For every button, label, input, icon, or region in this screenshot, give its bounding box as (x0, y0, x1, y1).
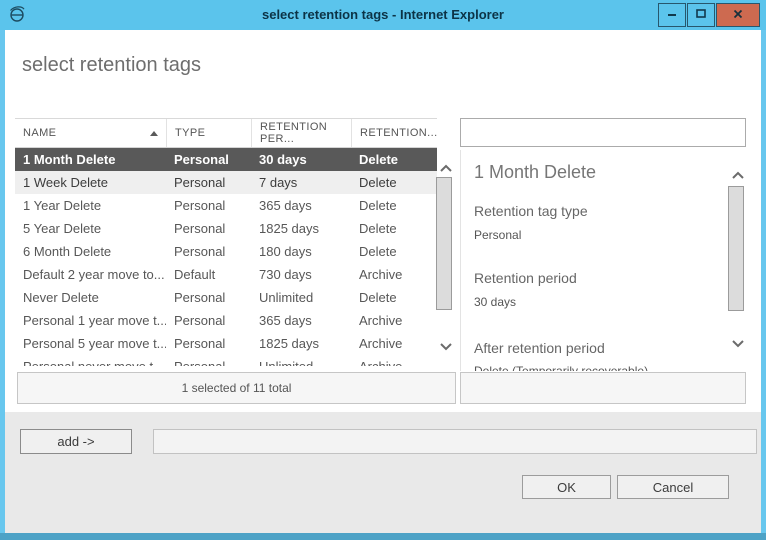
list-item[interactable]: Never Delete Personal Unlimited Delete (15, 286, 437, 309)
details-field-value: 30 days (474, 295, 516, 309)
dialog-body: select retention tags NAME TYPE RETENTIO… (5, 30, 761, 533)
list-item[interactable]: Personal never move t... Personal Unlimi… (15, 355, 437, 366)
cancel-button[interactable]: Cancel (617, 475, 729, 499)
sort-ascending-icon (150, 131, 158, 136)
add-button[interactable]: add -> (20, 429, 132, 454)
details-field-value: Delete (Temporarily recoverable) (474, 364, 648, 371)
list-scroll-up-button[interactable] (439, 161, 453, 170)
minimize-icon (664, 6, 680, 25)
details-field-label: Retention period (474, 270, 577, 286)
column-header-type[interactable]: TYPE (166, 119, 251, 147)
close-icon (730, 6, 746, 25)
chevron-down-icon (731, 336, 745, 351)
details-field-label: Retention tag type (474, 203, 588, 219)
dialog-window: select retention tags - Internet Explore… (0, 0, 766, 540)
list-item[interactable]: 1 Week Delete Personal 7 days Delete (15, 171, 437, 194)
chevron-down-icon (439, 339, 453, 354)
list-item[interactable]: 6 Month Delete Personal 180 days Delete (15, 240, 437, 263)
maximize-icon (693, 6, 709, 25)
details-field-label: After retention period (474, 340, 605, 356)
list-item[interactable]: Default 2 year move to... Default 730 da… (15, 263, 437, 286)
selection-status: 1 selected of 11 total (17, 372, 456, 404)
column-header-retention-period[interactable]: RETENTION PER... (251, 119, 351, 147)
details-scrollbar-thumb[interactable] (728, 186, 744, 311)
minimize-button[interactable] (658, 3, 686, 27)
details-title: 1 Month Delete (474, 162, 596, 183)
details-status-box (460, 372, 746, 404)
chevron-up-icon (731, 168, 745, 183)
list-scroll-down-button[interactable] (439, 339, 453, 348)
retention-tag-list: 1 Month Delete Personal 30 days Delete 1… (15, 148, 437, 366)
list-scrollbar-thumb[interactable] (436, 177, 452, 310)
details-field-value: Personal (474, 228, 521, 242)
ok-button[interactable]: OK (522, 475, 611, 499)
filter-input[interactable] (460, 118, 746, 147)
details-scroll-down-button[interactable] (731, 336, 745, 345)
details-scroll-up-button[interactable] (731, 168, 745, 177)
details-pane: 1 Month Delete Retention tag type Person… (460, 150, 732, 371)
window-title: select retention tags - Internet Explore… (0, 0, 766, 30)
selected-tags-field[interactable] (153, 429, 757, 454)
page-title: select retention tags (22, 54, 201, 77)
window-bottom-border (0, 533, 766, 540)
list-item[interactable]: 5 Year Delete Personal 1825 days Delete (15, 217, 437, 240)
column-header-name[interactable]: NAME (15, 119, 166, 147)
title-bar[interactable]: select retention tags - Internet Explore… (0, 0, 766, 30)
list-item[interactable]: 1 Year Delete Personal 365 days Delete (15, 194, 437, 217)
close-button[interactable] (716, 3, 760, 27)
list-item[interactable]: Personal 1 year move t... Personal 365 d… (15, 309, 437, 332)
list-item[interactable]: 1 Month Delete Personal 30 days Delete (15, 148, 437, 171)
list-header: NAME TYPE RETENTION PER... RETENTION... (15, 118, 437, 148)
maximize-button[interactable] (687, 3, 715, 27)
chevron-up-icon (439, 161, 453, 176)
list-item[interactable]: Personal 5 year move t... Personal 1825 … (15, 332, 437, 355)
column-header-retention-action[interactable]: RETENTION... (351, 119, 437, 147)
